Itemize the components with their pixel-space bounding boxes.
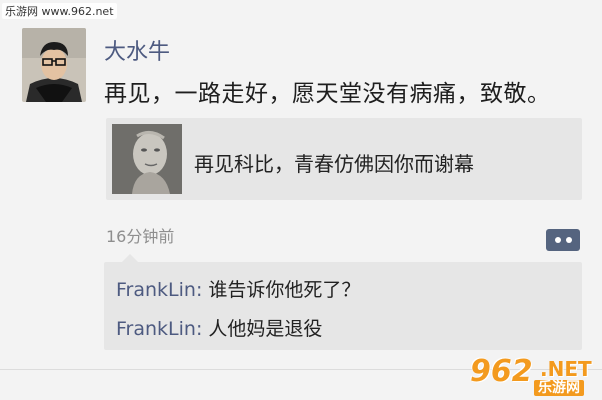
commenter-name[interactable]: FrankLin: [116,318,202,340]
site-watermark: 乐游网 www.962.net [2,3,117,19]
comment-text: 谁告诉你他死了？ [202,279,361,301]
comment-text: 人他妈是退役 [202,318,323,340]
logo-main: 962 [470,354,533,389]
comment-item[interactable]: FrankLin: 人他妈是退役 [116,314,322,341]
post-username[interactable]: 大水牛 [104,34,170,66]
comment-more-button[interactable] [546,229,580,251]
comments-section: FrankLin: 谁告诉你他死了？ FrankLin: 人他妈是退役 [104,254,582,350]
commenter-name[interactable]: FrankLin: [116,279,202,301]
logo-cn: 乐游网 [534,380,584,396]
dot-icon [554,237,561,243]
post-text: 再见，一路走好，愿天堂没有病痛，致敬。 [104,81,551,107]
logo-net: .NET [540,357,592,381]
shared-link-card[interactable]: 再见科比，青春仿佛因你而谢幕 [106,118,582,200]
dot-icon [565,237,572,243]
post-timestamp: 16分钟前 [106,227,175,246]
shared-link-thumbnail [112,124,182,194]
user-avatar[interactable] [22,28,86,102]
site-logo: 962 .NET 乐游网 [470,354,600,398]
shared-link-title: 再见科比，青春仿佛因你而谢幕 [194,152,474,176]
comment-item[interactable]: FrankLin: 谁告诉你他死了？ [116,275,360,302]
